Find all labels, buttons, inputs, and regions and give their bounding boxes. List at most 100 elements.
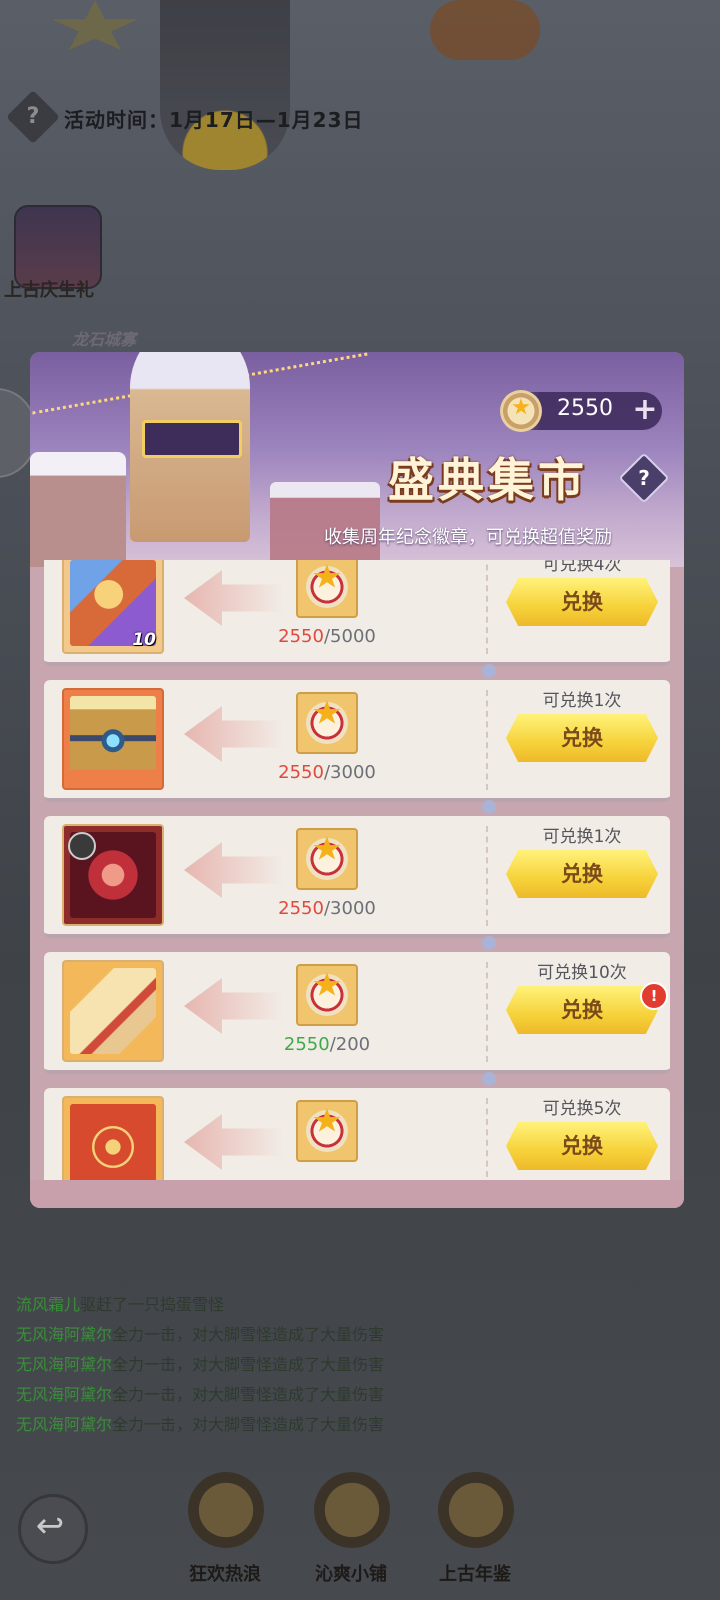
chat-line: 无风海阿黛尔全力一击，对大脚雪怪造成了大量伤害 [16, 1380, 384, 1410]
add-currency-button[interactable]: + [630, 392, 660, 430]
exchange-limit: 可兑换5次 [542, 1099, 622, 1119]
chat-line: 无风海阿黛尔全力一击，对大脚雪怪造成了大量伤害 [16, 1320, 384, 1350]
separator-dot [482, 664, 496, 678]
exchange-button[interactable]: 兑换 [506, 578, 658, 626]
arrow-icon [184, 570, 284, 626]
exchange-item: 10 2550/5000 可兑换4次 兑换 [44, 560, 670, 666]
chat-text: 全力一击，对大脚雪怪造成了大量伤害 [112, 1385, 385, 1404]
exchange-limit: 可兑换4次 [542, 560, 622, 575]
scroll-icon [70, 968, 156, 1054]
chat-line: 无风海阿黛尔全力一击，对大脚雪怪造成了大量伤害 [16, 1410, 384, 1440]
chat-line: 无风海阿黛尔全力一击，对大脚雪怪造成了大量伤害 [16, 1350, 384, 1380]
reward-slot[interactable] [62, 688, 164, 790]
required-amount: /5000 [323, 626, 376, 647]
arrow-icon [184, 842, 284, 898]
all-tag-icon [68, 832, 96, 860]
arrow-icon [184, 706, 284, 762]
chat-text: 驱赶了一只捣蛋雪怪 [80, 1295, 225, 1314]
treasure-chest-icon [70, 696, 156, 782]
nav-shop-label: 沁爽小铺 [315, 1564, 387, 1585]
chat-name: 流风霜儿 [16, 1295, 81, 1314]
owned-amount: 2550 [283, 1034, 330, 1055]
exchange-button[interactable]: 兑换 [506, 714, 658, 762]
yearbook-emblem-icon [438, 1472, 514, 1548]
reward-slot[interactable] [62, 1096, 164, 1180]
red-card-icon [70, 1104, 156, 1180]
bg-character [160, 0, 290, 170]
reward-slot[interactable] [62, 824, 164, 926]
cost-badge-slot [296, 560, 358, 618]
exchange-button-label: 兑换 [561, 862, 603, 886]
back-arrow-icon[interactable]: ↩ [18, 1494, 82, 1558]
chat-text: 全力一击，对大脚雪怪造成了大量伤害 [112, 1325, 385, 1344]
divider [486, 560, 488, 654]
arrow-icon [184, 978, 284, 1034]
chat-name: 无风海阿黛尔 [16, 1385, 113, 1404]
bg-star-decoration [51, 0, 139, 51]
exchange-limit: 可兑换1次 [542, 827, 622, 847]
reward-quantity: 10 [132, 630, 156, 650]
cost-badge-slot [296, 692, 358, 754]
panel-subtitle: 收集周年纪念徽章，可兑换超值奖励 [324, 527, 612, 548]
panel-title: 盛典集市 [388, 453, 588, 507]
nav-carnival-label: 狂欢热浪 [189, 1564, 261, 1585]
separator-dot [482, 800, 496, 814]
reward-slot[interactable]: 10 [62, 560, 164, 654]
chat-text: 全力一击，对大脚雪怪造成了大量伤害 [112, 1355, 385, 1374]
exchange-button-label: 兑换 [561, 726, 603, 750]
exchange-list[interactable]: 10 2550/5000 可兑换4次 兑换 2550/3000 可兑换1次 兑换… [44, 560, 672, 1180]
exchange-item: 2550/3000 可兑换1次 兑换 [44, 680, 670, 802]
help-icon[interactable]: ? [14, 98, 52, 136]
exchange-item: 2550/200 可兑换10次 兑换 ! [44, 952, 670, 1074]
separator-dot [482, 1072, 496, 1086]
nav-carnival[interactable]: 狂欢热浪 [170, 1460, 280, 1600]
owned-amount: 2550 [278, 898, 324, 919]
birthday-gift-label: 上古庆生礼 [4, 280, 94, 301]
chat-text: 全力一击，对大脚雪怪造成了大量伤害 [112, 1415, 385, 1434]
exchange-button-label: 兑换 [561, 1134, 603, 1158]
exchange-button[interactable]: 兑换 [506, 986, 658, 1034]
chat-log: 流风霜儿驱赶了一只捣蛋雪怪 无风海阿黛尔全力一击，对大脚雪怪造成了大量伤害 无风… [16, 1290, 384, 1440]
cost-progress: 2550/5000 [264, 626, 390, 647]
exchange-item: 2550/3000 可兑换1次 兑换 [44, 816, 670, 938]
required-amount: /3000 [323, 898, 376, 919]
arrow-icon [184, 1114, 284, 1170]
bg-fruit-decoration [430, 0, 540, 60]
chat-name: 无风海阿黛尔 [16, 1355, 113, 1374]
cost-badge-slot [296, 964, 358, 1026]
currency-value: 2550 [557, 396, 613, 421]
cost-badge-slot [296, 828, 358, 890]
chat-name: 无风海阿黛尔 [16, 1415, 113, 1434]
nav-yearbook-label: 上古年鉴 [439, 1564, 511, 1585]
nav-shop[interactable]: 沁爽小铺 [296, 1460, 406, 1600]
chat-name: 无风海阿黛尔 [16, 1325, 113, 1344]
exchange-button[interactable]: 兑换 [506, 1122, 658, 1170]
event-time: 活动时间：1月17日—1月23日 [64, 108, 364, 132]
cost-progress: 2550/3000 [264, 898, 390, 919]
panel-banner: 2550 + 盛典集市 ? 收集周年纪念徽章，可兑换超值奖励 [30, 352, 684, 567]
separator-dot [482, 936, 496, 950]
reward-slot[interactable] [62, 960, 164, 1062]
divider [486, 1098, 488, 1180]
shop-stall-icon [314, 1472, 390, 1548]
snow-house [30, 452, 126, 567]
required-amount: /3000 [323, 762, 376, 783]
bg-location-text: 龙石城寡 [72, 330, 137, 349]
required-amount: /200 [329, 1034, 371, 1055]
exclamation-alert-icon: ! [640, 982, 668, 1010]
cost-progress: 2550/200 [264, 1034, 390, 1055]
exchange-button-label: 兑换 [561, 590, 603, 614]
tower-sign [142, 420, 242, 458]
market-panel: 2550 + 盛典集市 ? 收集周年纪念徽章，可兑换超值奖励 10 2550/5… [30, 352, 684, 1208]
panel-help-icon[interactable]: ? [626, 460, 662, 496]
exchange-button-label: 兑换 [561, 998, 603, 1022]
nav-yearbook[interactable]: 上古年鉴 [420, 1460, 530, 1600]
carnival-icon [188, 1472, 264, 1548]
divider [486, 826, 488, 926]
exchange-button[interactable]: 兑换 [506, 850, 658, 898]
exchange-limit: 可兑换10次 [537, 963, 627, 983]
divider [486, 962, 488, 1062]
owned-amount: 2550 [278, 626, 324, 647]
anniversary-badge-icon [500, 390, 542, 432]
owned-amount: 2550 [278, 762, 324, 783]
